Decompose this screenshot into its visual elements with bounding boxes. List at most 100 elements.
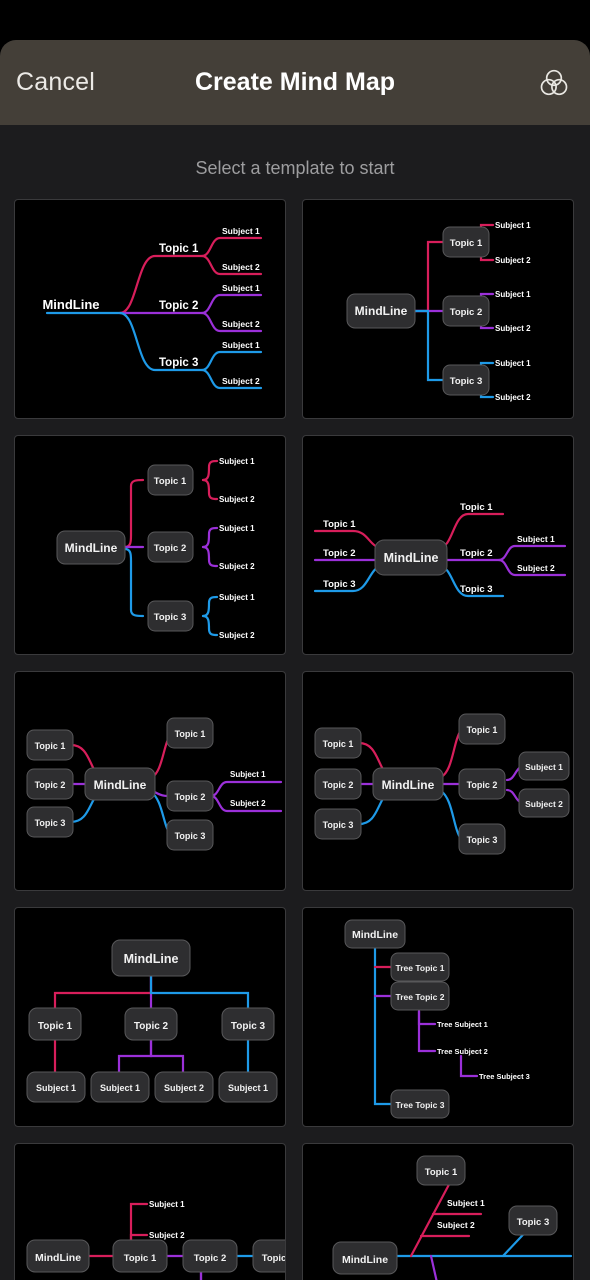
node-t1-subject-1: Subject 1 [495, 221, 531, 230]
template-grid: MindLine Topic 1 Topic 2 Topic 3 Subject… [0, 199, 590, 1280]
node-t1-subject-1: Subject 1 [222, 226, 260, 236]
navigation-bar: Cancel Create Mind Map [0, 40, 590, 125]
node-t2-subject-1: Subject 1 [219, 524, 255, 533]
node-root: MindLine [352, 929, 398, 941]
node-t2-subject-2: Subject 2 [219, 562, 255, 571]
wire-t2-s2 [201, 545, 219, 568]
venn-circles-icon[interactable] [534, 63, 574, 103]
wire-r2-s1 [497, 544, 567, 562]
wire-t2-s1 [200, 293, 263, 315]
wire-topic1 [409, 1175, 455, 1258]
wire-t3-s1 [201, 595, 219, 618]
node-topic-1: Topic 1 [159, 243, 199, 255]
wire-right-topic1 [437, 512, 505, 550]
node-root: MindLine [382, 778, 435, 792]
node-root: MindLine [35, 1252, 81, 1264]
node-right-topic-3: Topic 3 [467, 835, 498, 845]
node-left-topic-1: Topic 1 [323, 519, 356, 530]
node-tree-topic-2: Tree Topic 2 [396, 992, 445, 1002]
node-right-topic-1: Topic 1 [467, 725, 498, 735]
node-root: MindLine [384, 551, 439, 565]
node-t3-subject-1: Subject 1 [222, 340, 260, 350]
node-right-topic-2: Topic 2 [460, 548, 493, 559]
wire-topic1 [53, 974, 153, 1010]
node-right-topic-3: Topic 3 [460, 584, 493, 595]
node-left-topic-2: Topic 2 [323, 548, 356, 559]
node-right-topic-1: Topic 1 [460, 502, 493, 513]
template-card-timeline-horizontal[interactable]: MindLine Topic 1 Topic 2 Topic 3 Subject… [14, 1143, 286, 1280]
node-left-topic-2: Topic 2 [323, 780, 354, 790]
node-t2-subject-2: Subject 2 [164, 1083, 204, 1093]
wire-t2-s1 [201, 526, 219, 549]
node-right-topic-2: Topic 2 [467, 780, 498, 790]
template-card-bilateral-lines[interactable]: MindLine Topic 1 Topic 2 Topic 3 Topic 1… [302, 435, 574, 655]
node-left-topic-3: Topic 3 [35, 818, 66, 828]
wire-topic3 [123, 547, 145, 618]
node-t1-subject-2: Subject 2 [149, 1231, 185, 1240]
template-card-org-chart[interactable]: MindLine Topic 1 Topic 2 Topic 3 Subject… [14, 907, 286, 1127]
wire-topic1 [413, 240, 445, 313]
template-card-tree-outline[interactable]: MindLine Tree Topic 1 Tree Topic 2 Tree … [302, 907, 574, 1127]
node-t1-subject-2: Subject 2 [437, 1220, 475, 1230]
template-card-bilateral-boxes-all[interactable]: MindLine Topic 1 Topic 2 Topic 3 Topic 1… [302, 671, 574, 891]
app-root: { "header": { "cancel_label": "Cancel", … [0, 0, 590, 1280]
wire-topic-purple [429, 1254, 438, 1280]
node-topic-3: Topic 3 [450, 376, 483, 387]
node-t1-subject-1: Subject 1 [219, 457, 255, 466]
wire-right-topic3 [439, 789, 463, 841]
node-topic-3: Topic 3 [159, 357, 198, 369]
wire-t3-s1 [200, 350, 263, 372]
node-topic-3: Topic 3 [517, 1217, 550, 1228]
node-t1-subject-2: Subject 2 [219, 495, 255, 504]
node-t1-subject-2: Subject 2 [495, 256, 531, 265]
node-t3-subject-2: Subject 2 [219, 631, 255, 640]
node-topic-3: Topic 3 [154, 612, 187, 623]
node-t2-subject-1: Subject 1 [495, 290, 531, 299]
node-topic-2: Topic 2 [134, 1021, 169, 1032]
node-t1-subject-1: Subject 1 [36, 1083, 76, 1093]
create-mind-map-sheet: Cancel Create Mind Map Select a template… [0, 40, 590, 1280]
node-t1-subject-1: Subject 1 [447, 1198, 485, 1208]
node-r2-subject-2: Subject 2 [525, 799, 563, 809]
wire-r2-s1 [209, 780, 283, 798]
wire-trunk [373, 945, 393, 1106]
subtitle-text: Select a template to start [195, 158, 395, 178]
wire-t2-s1 [199, 1270, 203, 1280]
node-t1-subject-1: Subject 1 [149, 1200, 185, 1209]
node-left-topic-3: Topic 3 [323, 579, 356, 590]
template-card-bilateral-boxes-lines[interactable]: MindLine Topic 1 Topic 2 Topic 3 Topic 1… [14, 671, 286, 891]
node-t3-subject-1: Subject 1 [219, 593, 255, 602]
wire-t1-s1 [200, 236, 263, 258]
node-r2-subject-1: Subject 1 [525, 762, 563, 772]
node-topic-1: Topic 1 [38, 1021, 73, 1032]
node-r2-subject-2: Subject 2 [230, 799, 266, 808]
node-left-topic-1: Topic 1 [35, 741, 66, 751]
wire-tree-subject2 [417, 1009, 437, 1053]
node-topic-2: Topic 2 [194, 1253, 227, 1264]
wire-t1-s2 [129, 1233, 149, 1242]
template-card-right-boxes-brace[interactable]: MindLine Topic 1 Topic 2 Topic 3 Subject… [14, 435, 286, 655]
node-topic-2: Topic 2 [450, 307, 483, 318]
node-root: MindLine [94, 778, 147, 792]
node-tree-subject-2: Tree Subject 2 [437, 1047, 488, 1056]
node-t3-subject-2: Subject 2 [222, 376, 260, 386]
node-left-topic-1: Topic 1 [323, 739, 354, 749]
wire-topic3 [413, 309, 445, 382]
node-t2-subject-2: Subject 2 [495, 324, 531, 333]
template-card-right-branch-lines[interactable]: MindLine Topic 1 Topic 2 Topic 3 Subject… [14, 199, 286, 419]
wire-right-topic1 [439, 728, 463, 779]
template-card-fishbone[interactable]: MindLine Topic 1 Topic 3 Subject 1 Subje… [302, 1143, 574, 1280]
node-left-topic-2: Topic 2 [35, 780, 66, 790]
wire-t2-s1 [117, 1036, 153, 1074]
template-card-right-boxes-orthogonal[interactable]: MindLine Topic 1 Topic 2 Topic 3 Subject… [302, 199, 574, 419]
node-t2-subject-1: Subject 1 [222, 283, 260, 293]
node-t2-subject-1: Subject 1 [100, 1083, 140, 1093]
venn-circles-glyph [540, 69, 568, 95]
node-root: MindLine [355, 304, 408, 318]
wire-t3-s2 [201, 614, 219, 637]
node-topic-1: Topic 1 [425, 1167, 458, 1178]
cancel-button[interactable]: Cancel [16, 68, 95, 97]
node-root: MindLine [65, 541, 118, 555]
node-topic-3: Topic 3 [262, 1253, 286, 1264]
node-t3-subject-1: Subject 1 [228, 1083, 268, 1093]
